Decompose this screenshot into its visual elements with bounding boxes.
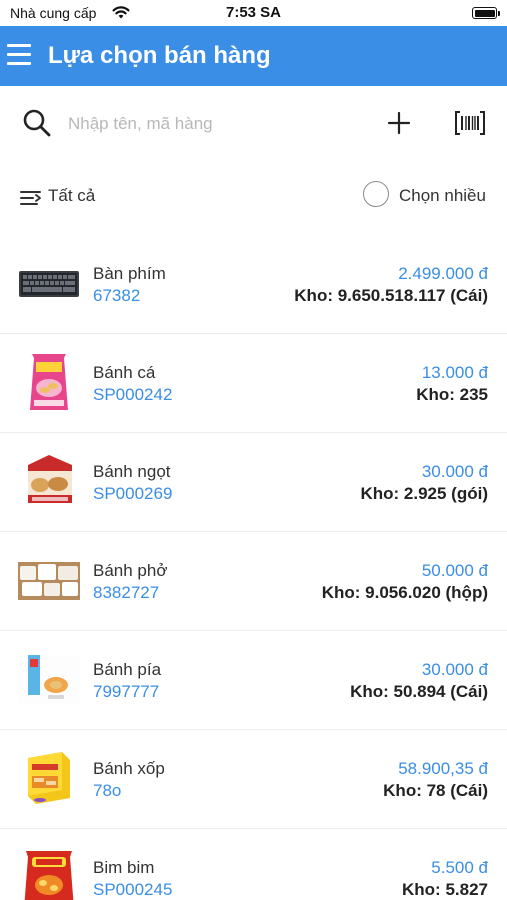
pia-cake-thumbnail xyxy=(18,655,80,703)
product-item[interactable]: Bánh cá SP000242 13.000 đ Kho: 235 xyxy=(0,334,507,433)
multi-select-label[interactable]: Chọn nhiều xyxy=(399,186,486,206)
product-code: 7997777 xyxy=(93,682,160,701)
product-name: Bánh pía xyxy=(93,660,162,679)
wafer-box-thumbnail xyxy=(28,752,70,804)
snack-bag-thumbnail xyxy=(30,354,68,410)
keyboard-thumbnail xyxy=(19,271,79,297)
add-icon[interactable] xyxy=(387,111,411,135)
product-name: Bánh cá xyxy=(93,363,156,382)
product-price: 50.000 đ xyxy=(421,561,488,580)
page-title: Lựa chọn bán hàng xyxy=(48,42,271,69)
product-stock: Kho: 78 (Cái) xyxy=(383,781,488,800)
battery-icon xyxy=(472,7,497,19)
chips-bag-thumbnail xyxy=(24,851,74,900)
product-price: 13.000 đ xyxy=(421,363,488,382)
product-price: 30.000 đ xyxy=(421,660,488,679)
product-item[interactable]: Bánh phở 8382727 50.000 đ Kho: 9.056.020… xyxy=(0,532,507,631)
product-code: 67382 xyxy=(93,286,141,305)
product-code: 78o xyxy=(93,781,122,800)
barcode-scan-icon[interactable] xyxy=(454,110,486,136)
product-code: SP000242 xyxy=(93,385,173,404)
product-name: Bánh phở xyxy=(93,561,168,580)
product-name: Bánh ngọt xyxy=(93,462,171,481)
status-bar: Nhà cung cấp 7:53 SA xyxy=(0,0,507,26)
product-item[interactable]: Bim bim SP000245 5.500 đ Kho: 5.827 xyxy=(0,829,507,900)
filter-row: Tất cả Chọn nhiều xyxy=(0,172,507,222)
product-item[interactable]: Bàn phím 67382 2.499.000 đ Kho: 9.650.51… xyxy=(0,235,507,334)
product-stock: Kho: 50.894 (Cái) xyxy=(350,682,488,701)
product-item[interactable]: Bánh xốp 78o 58.900,35 đ Kho: 78 (Cái) xyxy=(0,730,507,829)
search-bar xyxy=(0,86,507,162)
product-stock: Kho: 9.650.518.117 (Cái) xyxy=(294,286,488,305)
sort-filter-icon[interactable] xyxy=(20,189,42,207)
product-code: SP000245 xyxy=(93,880,173,899)
product-code: 8382727 xyxy=(93,583,160,602)
app-header: Lựa chọn bán hàng xyxy=(0,26,507,86)
battery-tip xyxy=(498,11,500,16)
hamburger-menu-icon[interactable] xyxy=(7,44,31,66)
product-item[interactable]: Bánh pía 7997777 30.000 đ Kho: 50.894 (C… xyxy=(0,631,507,730)
product-price: 58.900,35 đ xyxy=(398,759,488,778)
product-stock: Kho: 235 xyxy=(416,385,488,404)
product-stock: Kho: 2.925 (gói) xyxy=(360,484,488,503)
product-list: Bàn phím 67382 2.499.000 đ Kho: 9.650.51… xyxy=(0,235,507,900)
search-icon xyxy=(23,109,51,137)
product-stock: Kho: 9.056.020 (hộp) xyxy=(321,583,488,602)
rice-noodle-thumbnail xyxy=(18,562,80,600)
product-price: 30.000 đ xyxy=(421,462,488,481)
multi-select-radio[interactable] xyxy=(363,181,389,207)
product-name: Bim bim xyxy=(93,858,155,877)
product-code: SP000269 xyxy=(93,484,173,503)
cake-package-thumbnail xyxy=(28,455,72,503)
product-item[interactable]: Bánh ngọt SP000269 30.000 đ Kho: 2.925 (… xyxy=(0,433,507,532)
search-input[interactable] xyxy=(68,108,368,140)
product-name: Bàn phím xyxy=(93,264,166,283)
filter-all-label[interactable]: Tất cả xyxy=(48,186,95,206)
product-price: 5.500 đ xyxy=(431,858,488,877)
product-name: Bánh xốp xyxy=(93,759,165,778)
product-price: 2.499.000 đ xyxy=(398,264,488,283)
status-time: 7:53 SA xyxy=(225,4,282,21)
product-stock: Kho: 5.827 xyxy=(402,880,488,899)
